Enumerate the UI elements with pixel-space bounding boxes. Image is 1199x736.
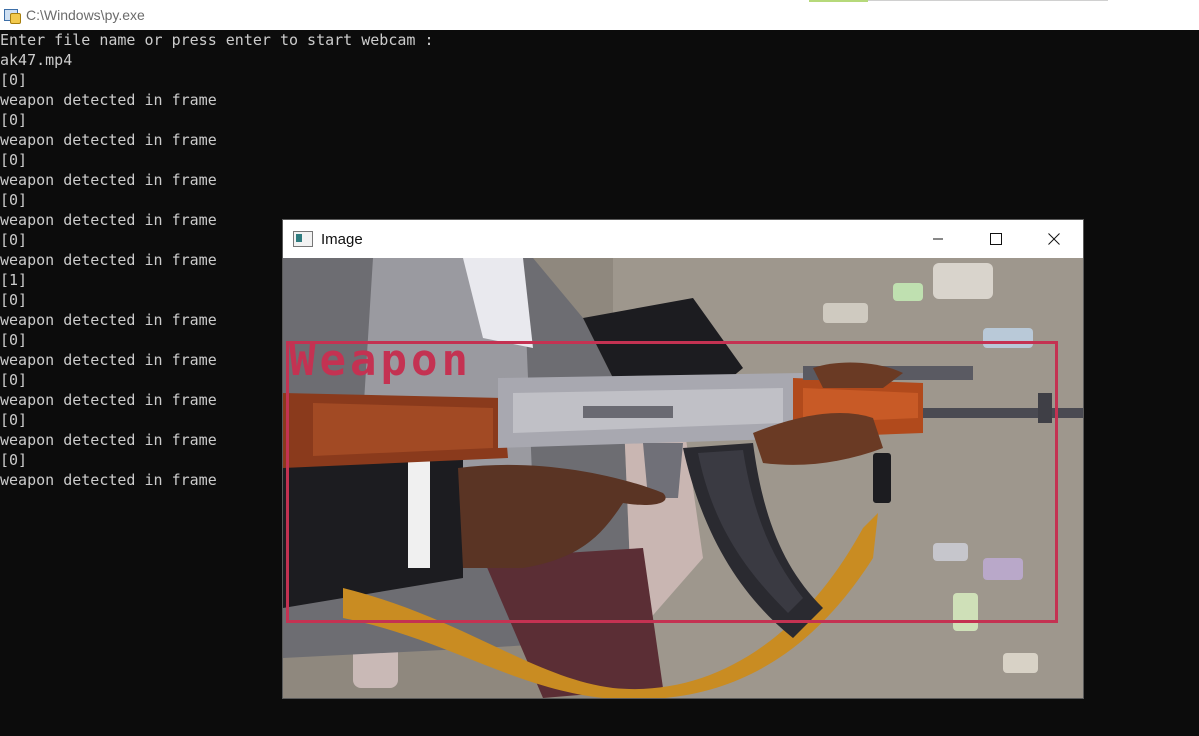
close-icon [1048, 233, 1060, 245]
console-line: [0] [0, 111, 28, 129]
console-line: [0] [0, 191, 28, 209]
console-line: Enter file name or press enter to start … [0, 31, 434, 49]
console-line: weapon detected in frame [0, 131, 217, 149]
console-line: ak47.mp4 [0, 51, 73, 69]
detection-label: Weapon [289, 335, 472, 386]
image-window-titlebar[interactable]: Image [283, 220, 1083, 258]
maximize-icon [990, 233, 1002, 245]
minimize-button[interactable] [909, 220, 967, 258]
console-line: weapon detected in frame [0, 171, 217, 189]
close-button[interactable] [1025, 220, 1083, 258]
window-controls [909, 220, 1083, 258]
console-line: [0] [0, 71, 28, 89]
titlebar-accent [809, 0, 868, 2]
titlebar-divider [868, 0, 1108, 1]
console-titlebar[interactable]: C:\Windows\py.exe [0, 0, 1199, 30]
console-title: C:\Windows\py.exe [26, 7, 145, 23]
console-line: [0] [0, 151, 28, 169]
minimize-icon [933, 238, 943, 240]
window-app-icon [293, 231, 313, 247]
video-frame: Weapon [283, 258, 1083, 698]
maximize-button[interactable] [967, 220, 1025, 258]
console-line: weapon detected in frame [0, 91, 217, 109]
image-window[interactable]: Image Weapon [283, 220, 1083, 698]
python-app-icon [4, 7, 21, 24]
image-window-title: Image [321, 230, 363, 248]
